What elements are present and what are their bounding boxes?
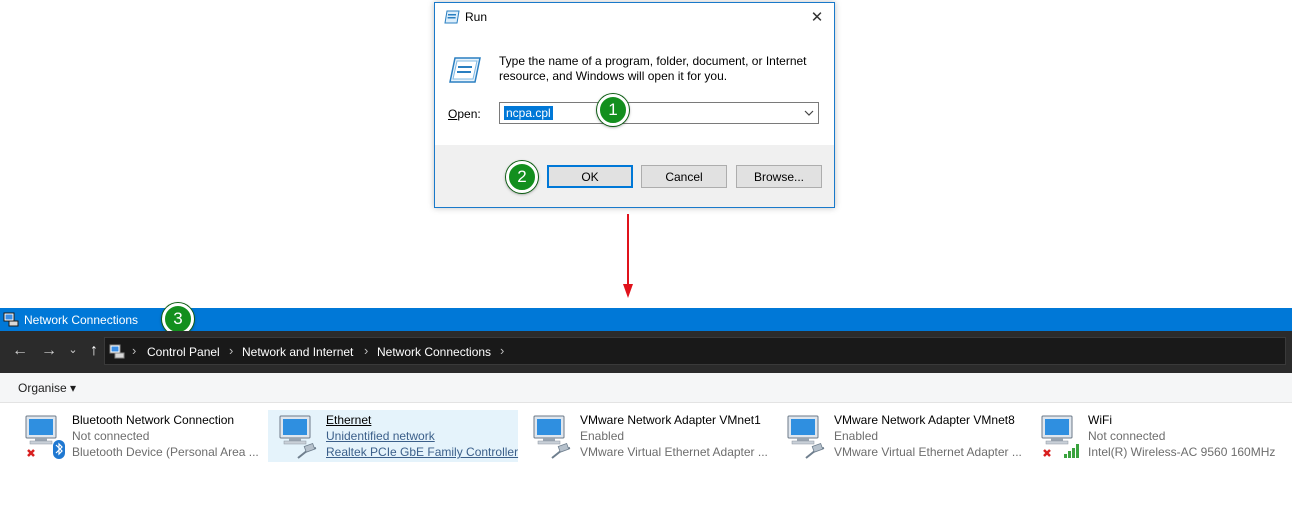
adapter-device: Realtek PCIe GbE Family Controller <box>326 445 519 459</box>
open-input-value[interactable]: ncpa.cpl <box>504 106 553 120</box>
adapter-name: WiFi <box>1088 413 1112 427</box>
network-computer-icon <box>279 415 317 459</box>
run-titlebar[interactable]: Run ✕ <box>435 3 834 31</box>
adapter-name: Bluetooth Network Connection <box>72 413 235 427</box>
control-panel-icon <box>109 344 125 359</box>
address-bar[interactable]: › Control Panel › Network and Internet ›… <box>104 337 1286 365</box>
breadcrumb-separator-icon: › <box>229 343 234 358</box>
up-arrow-icon[interactable]: ↑ <box>85 342 103 360</box>
adapter-device: VMware Virtual Ethernet Adapter ... <box>834 445 1022 459</box>
breadcrumb-network-connections[interactable]: Network Connections <box>377 345 491 359</box>
network-window-title: Network Connections <box>24 313 139 327</box>
adapter-item-bluetooth[interactable]: Bluetooth Network Connection Not connect… <box>14 410 264 462</box>
chevron-down-icon[interactable] <box>800 103 818 123</box>
breadcrumb-separator-icon: › <box>132 343 137 358</box>
run-title: Run <box>465 10 488 24</box>
adapter-device: Bluetooth Device (Personal Area ... <box>72 445 259 459</box>
run-program-icon <box>449 57 481 83</box>
adapter-status: Unidentified network <box>326 429 435 443</box>
recent-locations-icon[interactable]: ⌄ <box>64 340 82 358</box>
network-connections-icon <box>3 312 19 327</box>
organise-menu[interactable]: Organise ▾ <box>18 381 76 395</box>
breadcrumb-separator-icon: › <box>500 343 505 358</box>
run-description: Type the name of a program, folder, docu… <box>499 54 807 83</box>
network-computer-icon <box>1041 415 1079 458</box>
breadcrumb-control-panel[interactable]: Control Panel <box>147 345 220 359</box>
browse-button[interactable]: Browse... <box>736 165 822 188</box>
adapter-name: VMware Network Adapter VMnet8 <box>834 413 1015 427</box>
forward-arrow-icon[interactable]: → <box>40 342 58 360</box>
ok-button[interactable]: OK <box>547 165 633 188</box>
navigation-bar: ← → ⌄ ↑ › Control Panel › Network and In… <box>0 331 1292 373</box>
network-computer-icon <box>533 415 571 459</box>
adapter-item-ethernet[interactable]: Ethernet Unidentified network Realtek PC… <box>268 410 518 462</box>
adapter-status: Not connected <box>1088 429 1166 443</box>
arrow-down-icon <box>623 214 633 298</box>
cancel-button[interactable]: Cancel <box>641 165 727 188</box>
adapter-status: Not connected <box>72 429 150 443</box>
adapter-name: VMware Network Adapter VMnet1 <box>580 413 761 427</box>
callout-badge-2: 2 <box>506 161 538 193</box>
adapter-name: Ethernet <box>326 413 372 427</box>
run-dialog: Run ✕ Type the name of a program, folder… <box>434 2 835 208</box>
adapter-item-vmnet8[interactable]: VMware Network Adapter VMnet8 Enabled VM… <box>776 410 1026 462</box>
open-label: Open: <box>448 107 481 121</box>
adapter-device: VMware Virtual Ethernet Adapter ... <box>580 445 768 459</box>
breadcrumb-separator-icon: › <box>364 343 369 358</box>
adapter-item-vmnet1[interactable]: VMware Network Adapter VMnet1 Enabled VM… <box>522 410 772 462</box>
network-computer-icon <box>25 415 65 459</box>
back-arrow-icon[interactable]: ← <box>11 342 29 360</box>
breadcrumb-network-and-internet[interactable]: Network and Internet <box>242 345 353 359</box>
adapter-status: Enabled <box>580 429 625 443</box>
close-icon[interactable]: ✕ <box>800 3 834 31</box>
open-input[interactable]: ncpa.cpl <box>499 102 819 124</box>
adapter-device: Intel(R) Wireless-AC 9560 160MHz <box>1088 445 1276 459</box>
adapter-item-wifi[interactable]: WiFi Not connected Intel(R) Wireless-AC … <box>1030 410 1280 462</box>
network-computer-icon <box>787 415 825 459</box>
callout-badge-1: 1 <box>597 94 629 126</box>
run-icon <box>444 10 460 24</box>
adapter-list: Bluetooth Network Connection Not connect… <box>0 404 1292 518</box>
command-bar: Organise ▾ <box>0 373 1292 403</box>
adapter-status: Enabled <box>834 429 879 443</box>
